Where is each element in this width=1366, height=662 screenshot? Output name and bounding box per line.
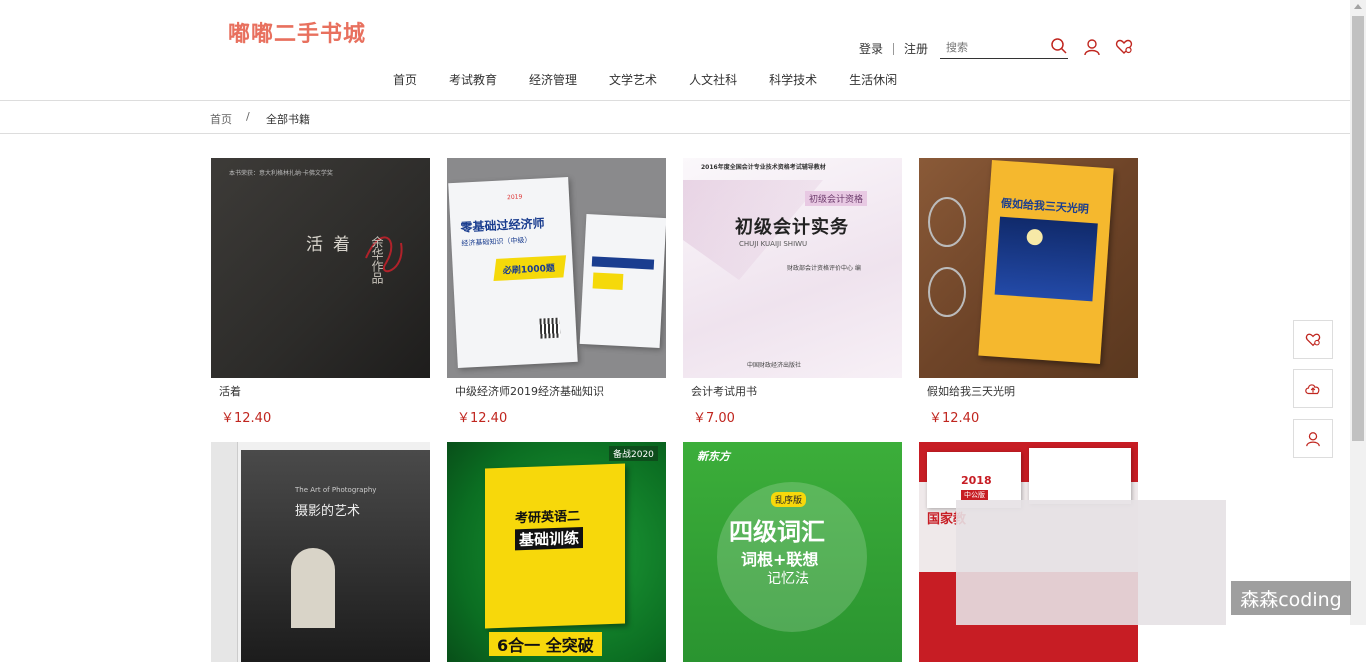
cover-year: 2019 [506, 193, 523, 202]
search-input[interactable] [940, 37, 1046, 58]
book-price: ￥12.40 [929, 411, 980, 426]
cover-title: 四级词汇 [729, 518, 825, 546]
register-link[interactable]: 注册 [904, 40, 928, 57]
cover-badge: 备战2020 [609, 446, 658, 461]
favorites-icon[interactable] [1115, 38, 1133, 60]
cover-editor: 财政部会计资格评价中心 编 [787, 265, 861, 272]
cover-subtitle-2: 记忆法 [767, 571, 809, 587]
cover-press: 中国财政经济出版社 [747, 362, 802, 369]
float-user-button[interactable] [1293, 419, 1333, 458]
glasses-prop [928, 197, 966, 317]
book-card[interactable]: 本书荣获：意大利格林扎纳·卡佛文学奖 活着 余华作品 活着 ￥12.40 [211, 158, 430, 426]
book-card[interactable]: 新东方 乱序版 四级词汇 词根+联想 记忆法 [683, 442, 902, 662]
book-card[interactable]: 2016年度全国会计专业技术资格考试辅导教材 初级会计资格 初级会计实务 CHU… [683, 158, 902, 426]
book-title[interactable]: 假如给我三天光明 [927, 383, 1138, 399]
user-icon[interactable] [1083, 38, 1101, 60]
main-nav: 首页 考试教育 经济管理 文学艺术 人文社科 科学技术 生活休闲 [393, 71, 929, 88]
scrollbar[interactable] [1350, 0, 1366, 625]
float-favorites-button[interactable] [1293, 320, 1333, 359]
scroll-up-arrow-icon[interactable] [1354, 4, 1362, 9]
book-card[interactable]: The Art of Photography 摄影的艺术 [211, 442, 430, 662]
cover-brand: 新东方 [697, 450, 730, 463]
book-title[interactable]: 中级经济师2019经济基础知识 [455, 383, 666, 399]
blur-overlay [956, 500, 1226, 625]
breadcrumb-separator: / [246, 110, 250, 123]
book-card[interactable]: 2019 零基础过经济师 经济基础知识（中级） 必刷1000题 中级经济师201… [447, 158, 666, 426]
divider [893, 42, 895, 55]
cover-series: 本书荣获：意大利格林扎纳·卡佛文学奖 [229, 170, 333, 177]
cover-year: 2018 [961, 474, 992, 487]
breadcrumb-home[interactable]: 首页 [210, 111, 232, 127]
nav-literature-art[interactable]: 文学艺术 [609, 71, 657, 88]
cover-tag: 中公版 [961, 490, 988, 500]
cover-subtitle: 基础训练 [515, 527, 584, 551]
book-cover[interactable]: 2019 零基础过经济师 经济基础知识（中级） 必刷1000题 [447, 158, 666, 378]
nav-humanities[interactable]: 人文社科 [689, 71, 737, 88]
book-cover[interactable]: 假如给我三天光明 [919, 158, 1138, 378]
book-cover[interactable]: 新东方 乱序版 四级词汇 词根+联想 记忆法 [683, 442, 902, 662]
cover-title: 假如给我三天光明 [1000, 196, 1090, 216]
cover-pinyin: CHUJI KUAIJI SHIWU [739, 240, 808, 248]
cover-badge: 必刷1000题 [502, 263, 556, 277]
breadcrumb-current: 全部书籍 [266, 113, 310, 126]
cover-subtitle: 词根+联想 [741, 550, 819, 569]
nav-lifestyle[interactable]: 生活休闲 [849, 71, 897, 88]
cover-title: 零基础过经济师 [460, 216, 545, 235]
cover-title: 摄影的艺术 [295, 504, 361, 519]
login-link[interactable]: 登录 [859, 40, 883, 57]
book-card[interactable]: 备战2020 考研英语二 基础训练 6合一 全突破 [447, 442, 666, 662]
book-cover[interactable]: 2016年度全国会计专业技术资格考试辅导教材 初级会计资格 初级会计实务 CHU… [683, 158, 902, 378]
search-icon[interactable] [1050, 37, 1068, 59]
cloud-upload-icon [1305, 383, 1320, 394]
heart-icon [1305, 333, 1321, 346]
cover-slogan: 6合一 全突破 [489, 632, 602, 656]
nav-economics-management[interactable]: 经济管理 [529, 71, 577, 88]
cover-author: 余华作品 [370, 236, 384, 284]
book-cover[interactable]: The Art of Photography 摄影的艺术 [211, 442, 430, 662]
nav-home[interactable]: 首页 [393, 71, 417, 88]
book-card[interactable]: 假如给我三天光明 假如给我三天光明 ￥12.40 [919, 158, 1138, 426]
user-icon [1306, 431, 1320, 446]
cover-top-text: 2016年度全国会计专业技术资格考试辅导教材 [701, 164, 826, 171]
site-logo[interactable]: 嘟嘟二手书城 [228, 16, 366, 48]
header: 嘟嘟二手书城 登录 注册 首页 考试教育 经济管理 文学艺术 人文社科 科学技术… [0, 0, 1350, 101]
book-title[interactable]: 活着 [219, 383, 430, 399]
book-price: ￥12.40 [457, 411, 508, 426]
cover-subtitle: 经济基础知识（中级） [461, 236, 532, 248]
auth-links: 登录 注册 [859, 40, 928, 57]
nav-exam-education[interactable]: 考试教育 [449, 71, 497, 88]
cover-title: 活着 [306, 235, 360, 255]
book-title[interactable]: 会计考试用书 [691, 383, 902, 399]
nav-science-tech[interactable]: 科学技术 [769, 71, 817, 88]
scrollbar-thumb[interactable] [1352, 16, 1364, 441]
book-cover[interactable]: 本书荣获：意大利格林扎纳·卡佛文学奖 活着 余华作品 [211, 158, 430, 378]
book-cover[interactable]: 备战2020 考研英语二 基础训练 6合一 全突破 [447, 442, 666, 662]
book-price: ￥7.00 [693, 411, 735, 426]
cover-tag: 乱序版 [771, 492, 807, 507]
cover-title: 初级会计实务 [735, 217, 849, 238]
breadcrumb: 首页 / 全部书籍 [0, 101, 1350, 134]
search-box [940, 36, 1068, 59]
watermark: 森森coding [1231, 581, 1351, 615]
cover-en-title: The Art of Photography [295, 486, 377, 494]
float-upload-button[interactable] [1293, 369, 1333, 408]
cover-tag: 初级会计资格 [805, 191, 868, 206]
cover-title: 考研英语二 [515, 509, 581, 527]
book-price: ￥12.40 [221, 411, 272, 426]
